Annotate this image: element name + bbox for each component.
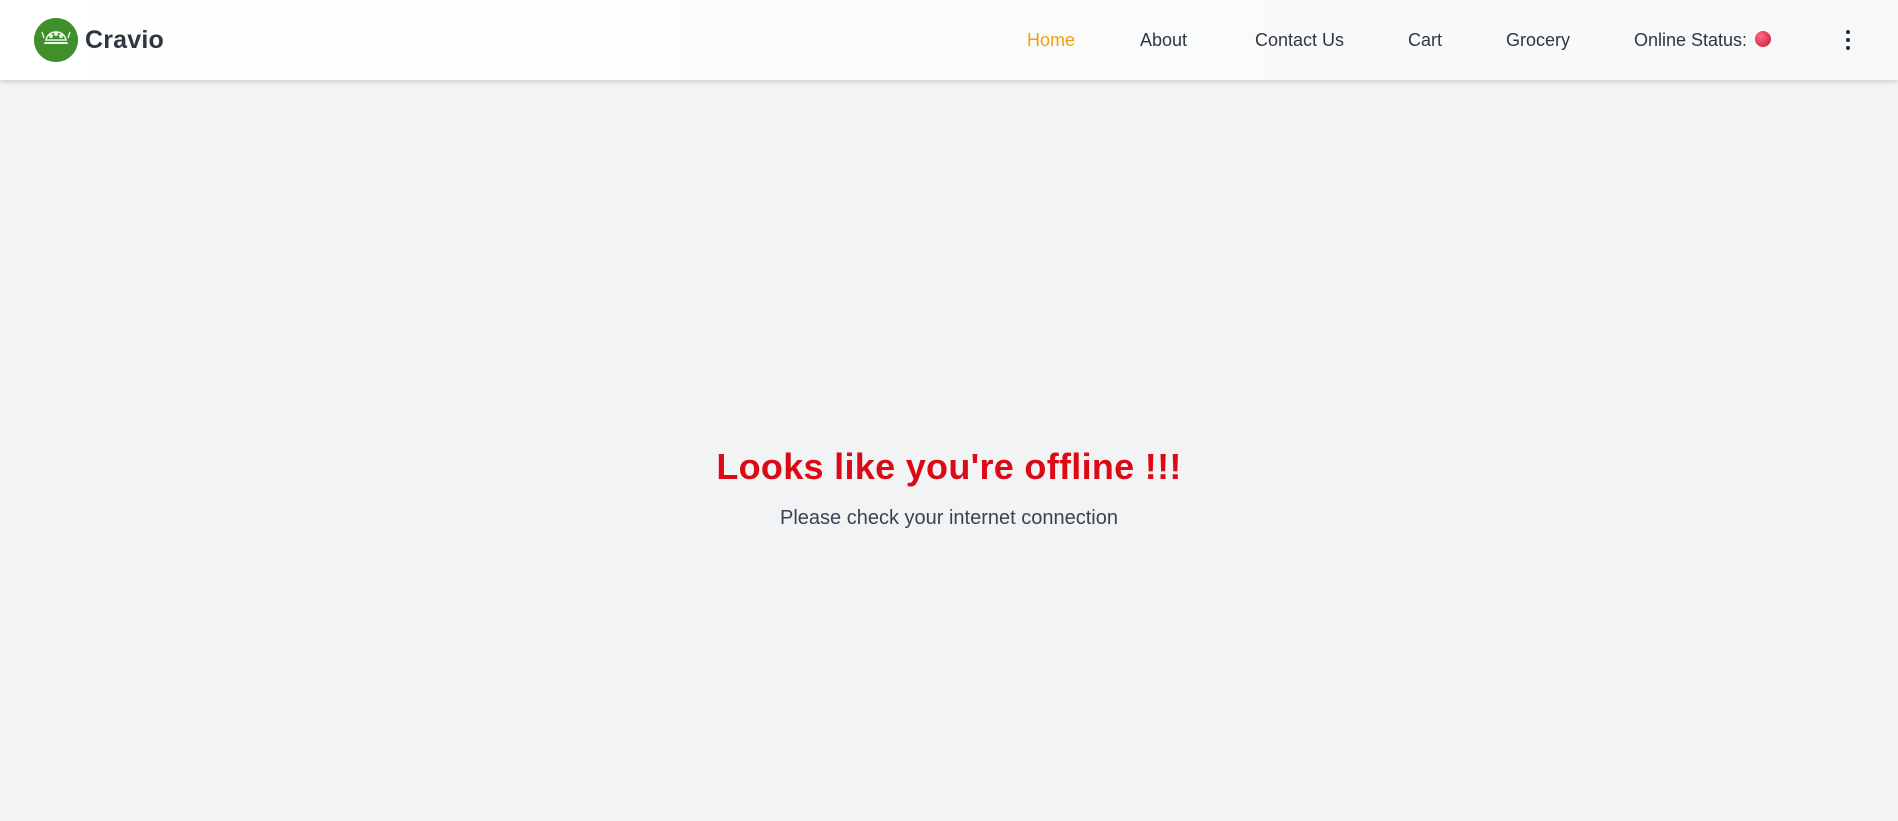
nav-links: Home About Contact Us Cart Grocery Onlin… [0, 0, 1898, 80]
nav-link-about[interactable]: About [1140, 0, 1187, 80]
main-content: Looks like you're offline !!! Please che… [0, 80, 1898, 821]
navbar: Cravio Home About Contact Us Cart Grocer… [0, 0, 1898, 80]
kebab-menu-icon[interactable] [1840, 28, 1856, 52]
online-status-label: Online Status: [1634, 30, 1748, 50]
status-indicator-icon [1755, 31, 1772, 48]
online-status: Online Status: [1634, 0, 1772, 80]
offline-title: Looks like you're offline !!! [716, 446, 1182, 487]
nav-link-contact-us[interactable]: Contact Us [1255, 0, 1344, 80]
nav-link-cart[interactable]: Cart [1408, 0, 1442, 80]
offline-subtitle: Please check your internet connection [780, 507, 1118, 529]
nav-link-home[interactable]: Home [1027, 0, 1075, 80]
nav-link-grocery[interactable]: Grocery [1506, 0, 1570, 80]
